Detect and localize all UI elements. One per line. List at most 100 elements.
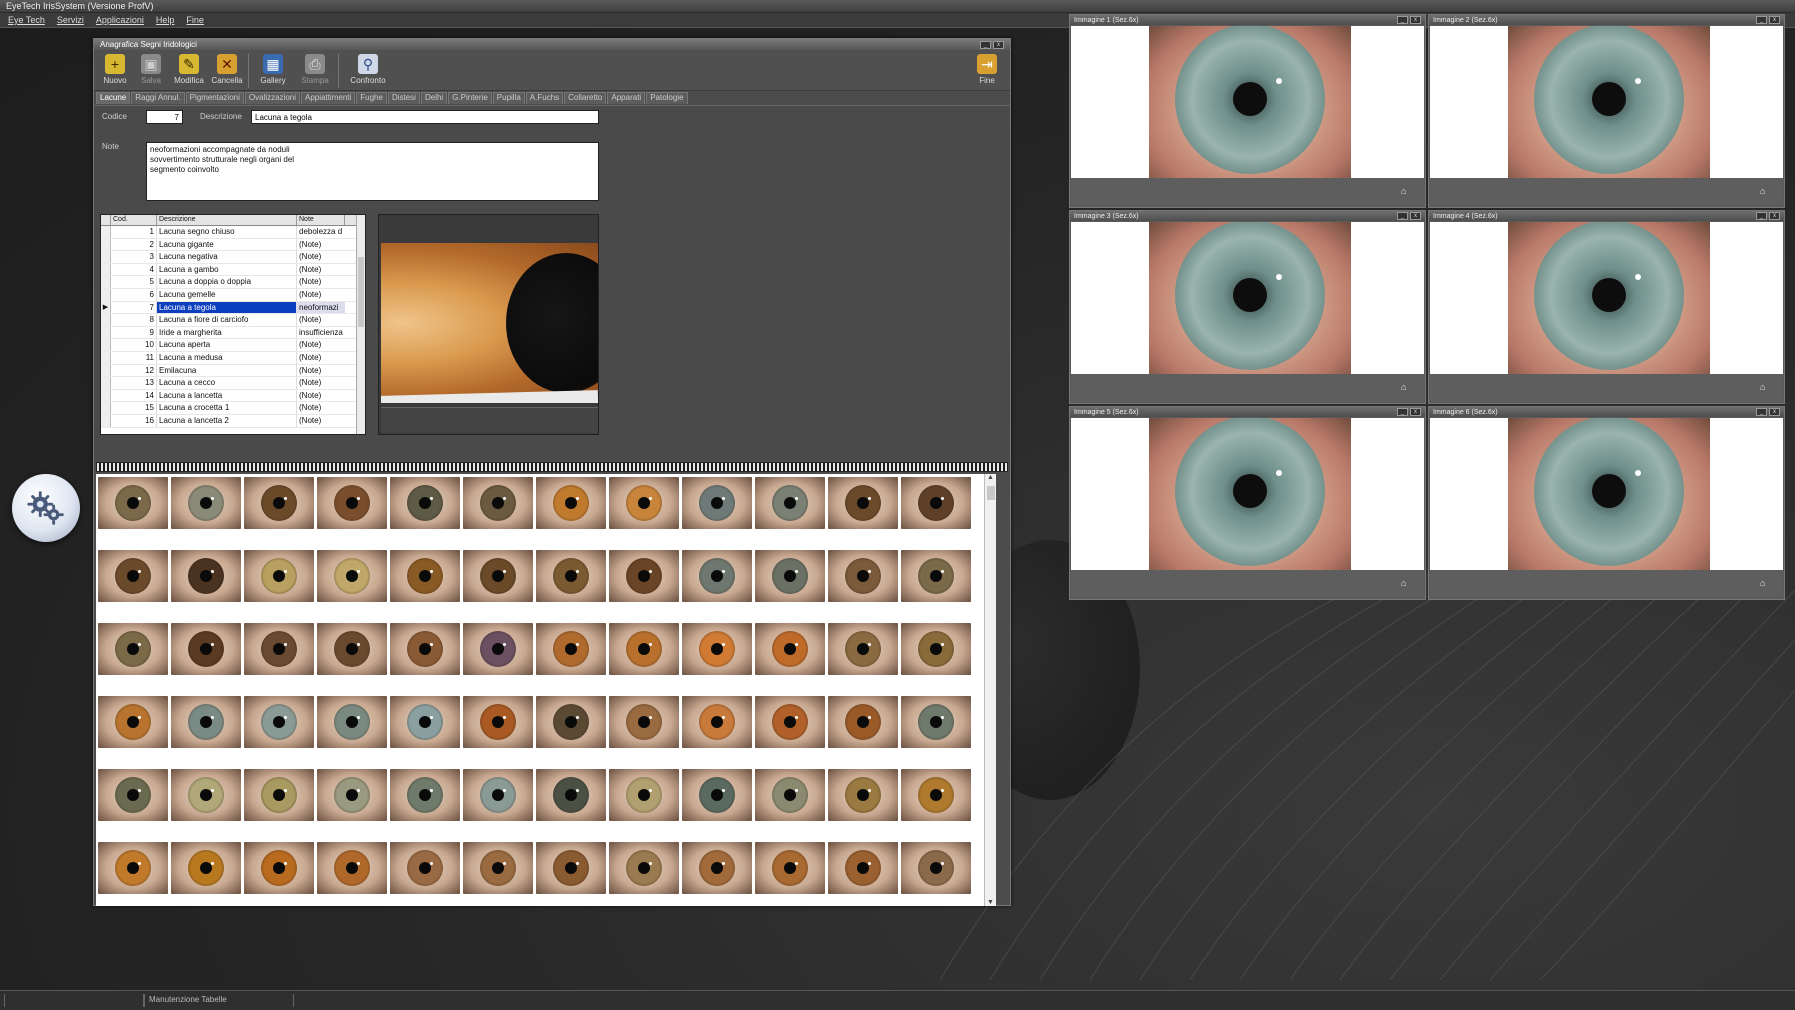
- column-header-notes[interactable]: Note: [297, 215, 345, 225]
- iris-thumbnail[interactable]: [901, 550, 971, 602]
- menu-item-eyetech[interactable]: Eye Tech: [8, 15, 45, 25]
- iris-photo[interactable]: [1430, 222, 1783, 374]
- table-row[interactable]: ▶ 7 Lacuna a tegola neoformazi: [101, 301, 365, 315]
- notes-textarea[interactable]: neoformazioni accompagnate da noduli sov…: [146, 142, 599, 201]
- iris-thumbnail[interactable]: [901, 623, 971, 675]
- iris-thumbnail[interactable]: [463, 623, 533, 675]
- tab-raggi[interactable]: Raggi Annul.: [131, 92, 185, 104]
- iris-thumbnail[interactable]: [98, 696, 168, 748]
- iris-thumbnail[interactable]: [390, 477, 460, 529]
- tab-appiattimenti[interactable]: Appiattimenti: [301, 92, 356, 104]
- iris-thumbnail[interactable]: [98, 477, 168, 529]
- iris-thumbnail[interactable]: [317, 696, 387, 748]
- tab-apparati[interactable]: Apparati: [607, 92, 646, 104]
- iris-thumbnail[interactable]: [828, 477, 898, 529]
- pin-icon[interactable]: ⌂: [1760, 187, 1769, 196]
- iris-thumbnail[interactable]: [171, 769, 241, 821]
- iris-thumbnail[interactable]: [390, 769, 460, 821]
- iris-thumbnail[interactable]: [244, 477, 314, 529]
- new-button[interactable]: + Nuovo: [98, 52, 132, 85]
- tab-distesi[interactable]: Distesi: [387, 92, 420, 104]
- minimize-button[interactable]: _: [1756, 212, 1767, 220]
- tab-ovalizzazioni[interactable]: Ovalizzazioni: [244, 92, 301, 104]
- gear-icon[interactable]: [12, 474, 80, 542]
- table-row[interactable]: 8 Lacuna a fiore di carciofo (Note): [101, 314, 365, 327]
- iris-thumbnail[interactable]: [755, 550, 825, 602]
- close-button[interactable]: x: [1769, 408, 1780, 416]
- table-scrollbar[interactable]: [356, 215, 365, 434]
- iris-thumbnail[interactable]: [609, 696, 679, 748]
- iris-thumbnail[interactable]: [317, 842, 387, 894]
- table-row[interactable]: 10 Lacuna aperta (Note): [101, 339, 365, 352]
- iris-thumbnail[interactable]: [755, 696, 825, 748]
- menu-item-help[interactable]: Help: [156, 15, 175, 25]
- minimize-button[interactable]: _: [1756, 408, 1767, 416]
- iris-thumbnail[interactable]: [171, 623, 241, 675]
- iris-thumbnail[interactable]: [609, 842, 679, 894]
- iris-thumbnail[interactable]: [317, 477, 387, 529]
- iris-thumbnail[interactable]: [463, 769, 533, 821]
- iris-thumbnail[interactable]: [98, 550, 168, 602]
- iris-thumbnail[interactable]: [682, 842, 752, 894]
- iris-thumbnail[interactable]: [609, 623, 679, 675]
- close-button[interactable]: x: [1769, 16, 1780, 24]
- iris-thumbnail[interactable]: [463, 842, 533, 894]
- iris-thumbnail[interactable]: [682, 769, 752, 821]
- iris-thumbnail[interactable]: [244, 842, 314, 894]
- tab-gpinterie[interactable]: G.Pinterie: [448, 92, 492, 104]
- iris-photo[interactable]: [1430, 26, 1783, 178]
- table-row[interactable]: 4 Lacuna a gambo (Note): [101, 263, 365, 277]
- iris-thumbnail[interactable]: [755, 623, 825, 675]
- iris-photo[interactable]: [1071, 26, 1424, 178]
- iris-thumbnail[interactable]: [828, 842, 898, 894]
- minimize-button[interactable]: _: [1397, 212, 1408, 220]
- table-row[interactable]: 15 Lacuna a crocetta 1 (Note): [101, 402, 365, 415]
- close-button[interactable]: x: [1410, 408, 1421, 416]
- pin-icon[interactable]: ⌂: [1760, 579, 1769, 588]
- menu-item-servizi[interactable]: Servizi: [57, 15, 84, 25]
- iris-thumbnail[interactable]: [536, 477, 606, 529]
- menu-item-applicazioni[interactable]: Applicazioni: [96, 15, 144, 25]
- iris-thumbnail[interactable]: [536, 623, 606, 675]
- iris-thumbnail[interactable]: [463, 477, 533, 529]
- iris-thumbnail[interactable]: [755, 769, 825, 821]
- iris-thumbnail[interactable]: [609, 477, 679, 529]
- exit-button[interactable]: ⇥ Fine: [970, 52, 1004, 85]
- iris-thumbnail[interactable]: [609, 550, 679, 602]
- close-button[interactable]: x: [1410, 16, 1421, 24]
- code-field[interactable]: [146, 110, 183, 124]
- iris-photo[interactable]: [1071, 222, 1424, 374]
- iris-thumbnail[interactable]: [901, 477, 971, 529]
- iris-thumbnail[interactable]: [390, 623, 460, 675]
- iris-thumbnail[interactable]: [317, 769, 387, 821]
- iris-thumbnail[interactable]: [901, 769, 971, 821]
- iris-thumbnail[interactable]: [171, 696, 241, 748]
- iris-thumbnail[interactable]: [755, 842, 825, 894]
- scroll-down-icon[interactable]: ▼: [987, 899, 994, 906]
- iris-thumbnail[interactable]: [171, 842, 241, 894]
- table-row[interactable]: 14 Lacuna a lancetta (Note): [101, 389, 365, 403]
- iris-thumbnail[interactable]: [901, 696, 971, 748]
- iris-photo[interactable]: [1430, 418, 1783, 570]
- tab-delhi[interactable]: Delhi: [420, 92, 448, 104]
- iris-thumbnail[interactable]: [463, 696, 533, 748]
- minimize-button[interactable]: _: [1397, 16, 1408, 24]
- iris-thumbnail[interactable]: [828, 696, 898, 748]
- table-row[interactable]: 2 Lacuna gigante (Note): [101, 238, 365, 252]
- tab-pigmentazioni[interactable]: Pigmentazioni: [185, 92, 244, 104]
- pin-icon[interactable]: ⌂: [1401, 579, 1410, 588]
- save-button[interactable]: ▣ Salva: [134, 52, 168, 85]
- gallery-scrollbar[interactable]: ▲ ▼: [984, 474, 996, 906]
- print-button[interactable]: ⎙ Stampa: [298, 52, 332, 85]
- minimize-button[interactable]: _: [1756, 16, 1767, 24]
- table-row[interactable]: 13 Lacuna a cecco (Note): [101, 377, 365, 390]
- scroll-up-icon[interactable]: ▲: [987, 474, 994, 481]
- iris-thumbnail[interactable]: [171, 550, 241, 602]
- pin-icon[interactable]: ⌂: [1401, 383, 1410, 392]
- description-field[interactable]: [251, 110, 599, 124]
- compare-button[interactable]: ⚲ Confronto: [346, 52, 390, 85]
- close-button[interactable]: x: [1769, 212, 1780, 220]
- iris-thumbnail[interactable]: [536, 769, 606, 821]
- tab-pupilla[interactable]: Pupilla: [492, 92, 525, 104]
- iris-thumbnail[interactable]: [828, 623, 898, 675]
